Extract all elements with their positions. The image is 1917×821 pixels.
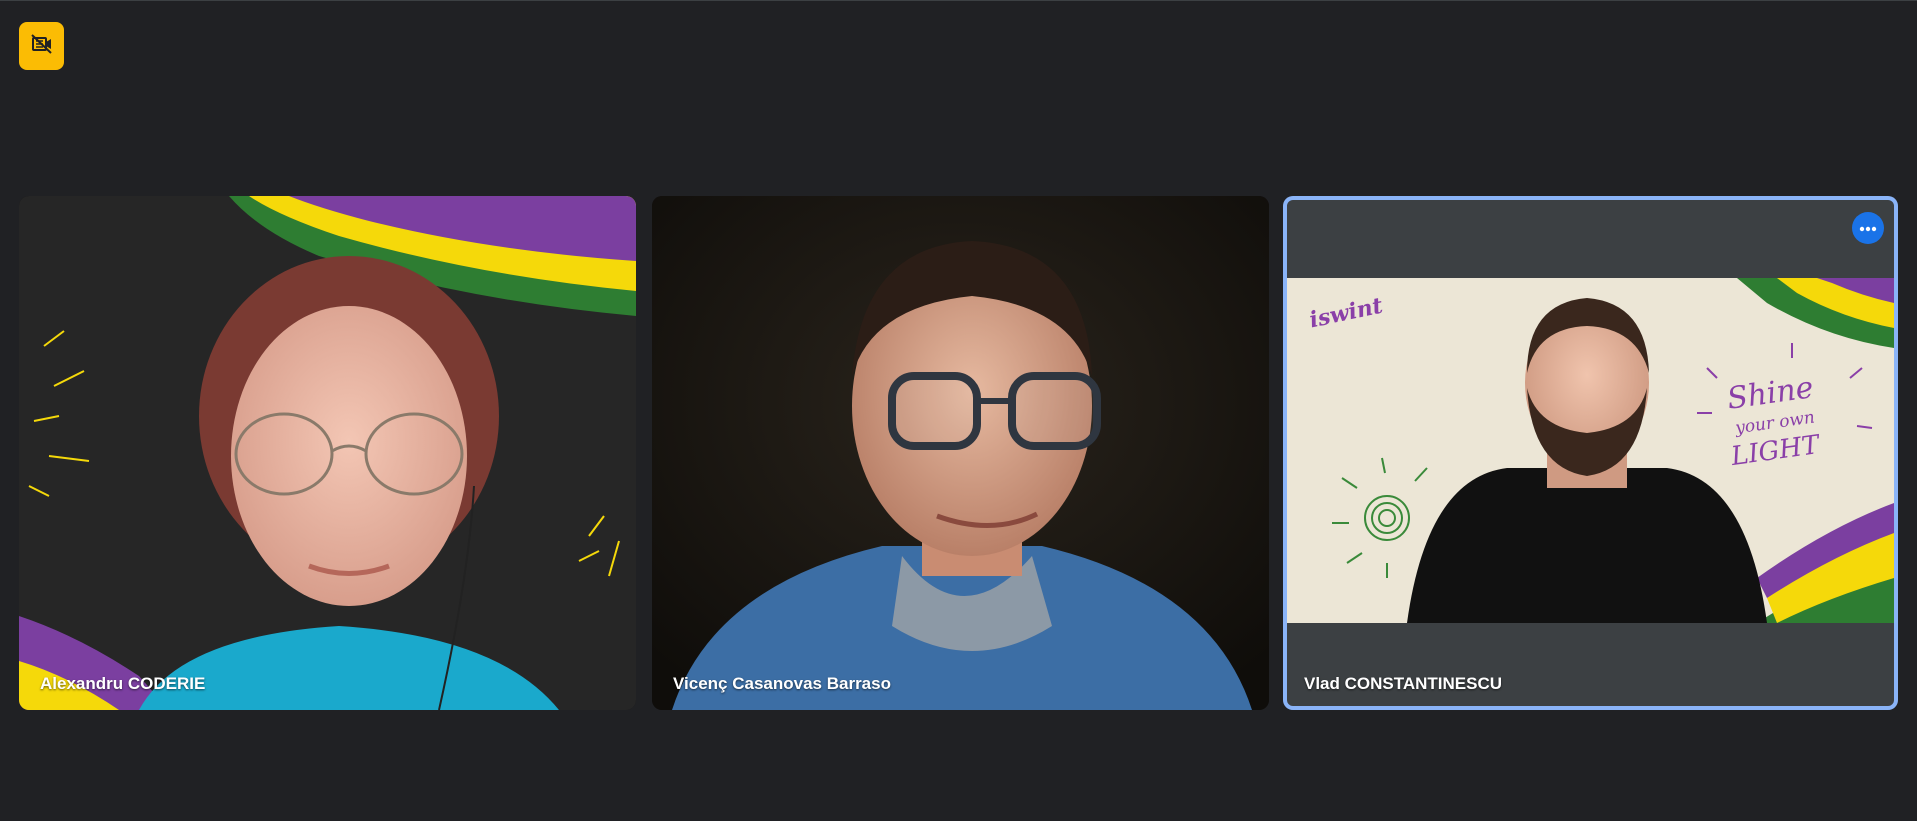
video-feed [19,196,636,710]
top-divider [0,0,1917,1]
participant-name: Vlad CONSTANTINESCU [1304,674,1503,693]
participant-tile[interactable]: Vicenç Casanovas Barraso [652,196,1269,710]
no-camera-badge-icon [30,32,54,61]
camera-off-badge[interactable] [19,22,64,70]
more-horiz-icon [1859,219,1877,237]
participant-name: Vicenç Casanovas Barraso [673,674,891,693]
participant-tile[interactable]: Alexandru CODERIE [19,196,636,710]
video-feed [652,196,1269,710]
video-feed: iswint Shine your own LIGHT [1287,278,1894,623]
more-options-button[interactable] [1852,212,1884,244]
participant-tile-active[interactable]: iswint Shine your own LIGHT Vlad CONSTAN… [1283,196,1898,710]
participant-grid: Alexandru CODERIE Vicenç Casanovas Barra… [19,196,1898,710]
participant-name: Alexandru CODERIE [40,674,206,693]
